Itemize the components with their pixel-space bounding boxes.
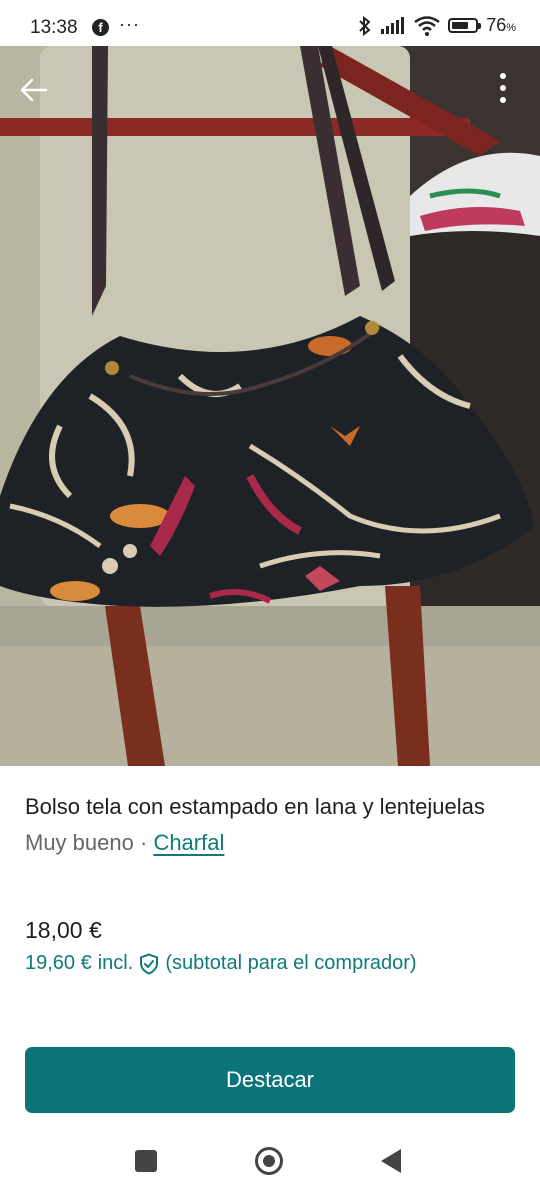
back-button[interactable] (14, 70, 54, 110)
recents-button[interactable] (135, 1150, 157, 1172)
bag-photo-image (0, 46, 540, 766)
more-options-button[interactable] (488, 66, 518, 110)
battery-percent: 76 (486, 15, 507, 35)
system-back-button[interactable] (381, 1149, 401, 1173)
shield-check-icon (140, 952, 159, 975)
battery-icon (448, 18, 482, 33)
battery-fill (452, 22, 468, 29)
brand-link[interactable]: Charfal (153, 830, 224, 855)
meta-separator: · (139, 830, 148, 855)
facebook-icon: f (92, 19, 109, 36)
product-price: 18,00 € (25, 917, 102, 943)
product-condition: Muy bueno (25, 830, 134, 855)
incl-label: incl. (97, 952, 134, 974)
bluetooth-icon (359, 15, 371, 36)
product-title: Bolso tela con estampado en lana y lente… (25, 794, 485, 819)
arrow-left-icon (20, 78, 48, 102)
wifi-icon (414, 15, 440, 36)
buyer-protection-price[interactable]: 19,60 € incl. (subtotal para el comprado… (25, 952, 417, 975)
product-photo[interactable] (0, 46, 540, 766)
system-nav-bar (0, 1128, 540, 1200)
more-notifications-icon: ··· (119, 14, 140, 34)
promote-button[interactable]: Destacar (25, 1047, 515, 1113)
vertical-dots-icon (500, 73, 506, 103)
buyer-note: (subtotal para el comprador) (165, 952, 417, 974)
status-icons: 76% (358, 15, 516, 36)
status-time: 13:38 (30, 17, 78, 38)
product-meta: Muy bueno · Charfal (25, 828, 515, 858)
home-button[interactable] (255, 1147, 283, 1175)
product-details: Bolso tela con estampado en lana y lente… (25, 790, 515, 858)
price-incl-value: 19,60 € (25, 952, 92, 974)
signal-icon (381, 16, 405, 34)
